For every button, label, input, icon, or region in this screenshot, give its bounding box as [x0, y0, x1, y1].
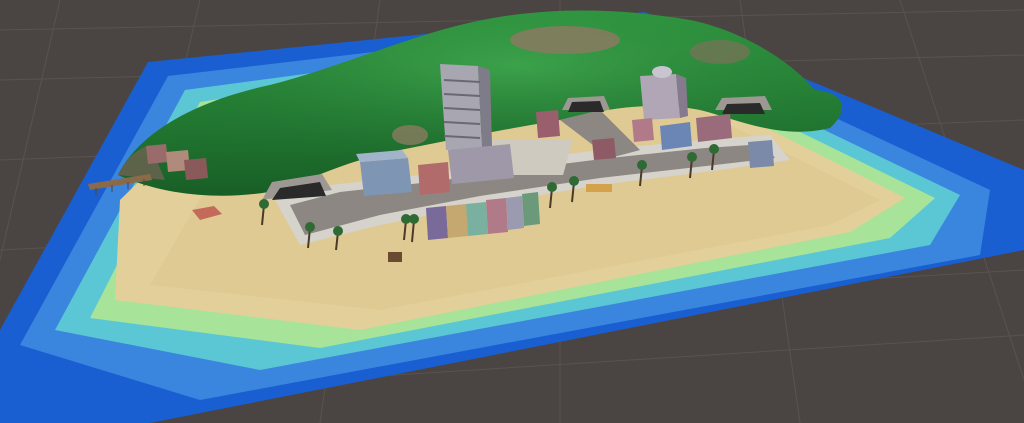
pink-house [536, 110, 560, 138]
tall-apartment-tower [440, 64, 492, 150]
north-tunnel [562, 96, 610, 112]
rock-outcrop [510, 26, 620, 54]
blue-office [360, 158, 412, 196]
beach-stand [586, 184, 612, 192]
red-apartment [418, 162, 450, 195]
east-tunnel [715, 96, 772, 114]
scene-canvas[interactable] [0, 0, 1024, 423]
civic-building [448, 144, 514, 184]
beach-hut [388, 252, 402, 262]
east-house [748, 140, 774, 168]
scene-viewport[interactable] [0, 0, 1024, 423]
